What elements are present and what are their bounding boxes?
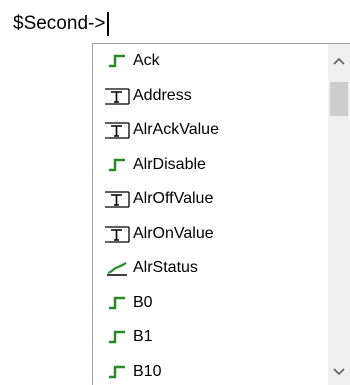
- list-item[interactable]: AlrOnValue: [93, 217, 326, 252]
- autocomplete-list: Ack Address AlrAckValue AlrDisable AlrOf…: [93, 44, 326, 385]
- list-item[interactable]: B10: [93, 355, 326, 385]
- list-item[interactable]: AlrStatus: [93, 251, 326, 286]
- list-item[interactable]: B1: [93, 320, 326, 355]
- list-item-label: Ack: [133, 52, 160, 70]
- text-tag-icon: [103, 223, 131, 245]
- digital-tag-icon: [103, 154, 131, 176]
- chevron-down-icon: [333, 368, 345, 376]
- analog-tag-icon: [103, 257, 131, 279]
- editor-text: $Second->: [13, 13, 106, 34]
- text-caret: [107, 12, 109, 36]
- digital-tag-icon: [103, 292, 131, 314]
- list-item-label: B1: [133, 328, 153, 346]
- list-item[interactable]: AlrOffValue: [93, 182, 326, 217]
- scroll-down-arrow[interactable]: [328, 361, 350, 383]
- code-editor-line[interactable]: $Second->: [13, 8, 109, 40]
- vertical-scrollbar[interactable]: [328, 44, 350, 385]
- scrollbar-thumb[interactable]: [330, 82, 348, 116]
- list-item[interactable]: B0: [93, 286, 326, 321]
- digital-tag-icon: [103, 326, 131, 348]
- text-tag-icon: [103, 188, 131, 210]
- list-item-label: AlrStatus: [133, 259, 198, 277]
- text-tag-icon: [103, 85, 131, 107]
- list-item-label: B10: [133, 362, 162, 380]
- chevron-up-icon: [333, 57, 345, 65]
- autocomplete-popup: Ack Address AlrAckValue AlrDisable AlrOf…: [92, 43, 350, 385]
- digital-tag-icon: [103, 361, 131, 383]
- list-item-label: Address: [133, 86, 192, 104]
- list-item[interactable]: AlrAckValue: [93, 113, 326, 148]
- text-tag-icon: [103, 119, 131, 141]
- scroll-up-arrow[interactable]: [328, 50, 350, 72]
- digital-tag-icon: [103, 50, 131, 72]
- list-item[interactable]: AlrDisable: [93, 148, 326, 183]
- list-item[interactable]: Ack: [93, 44, 326, 79]
- list-item-label: AlrAckValue: [133, 121, 219, 139]
- list-item[interactable]: Address: [93, 79, 326, 114]
- list-item-label: AlrOnValue: [133, 224, 214, 242]
- list-item-label: AlrOffValue: [133, 190, 214, 208]
- list-item-label: B0: [133, 293, 153, 311]
- list-item-label: AlrDisable: [133, 155, 206, 173]
